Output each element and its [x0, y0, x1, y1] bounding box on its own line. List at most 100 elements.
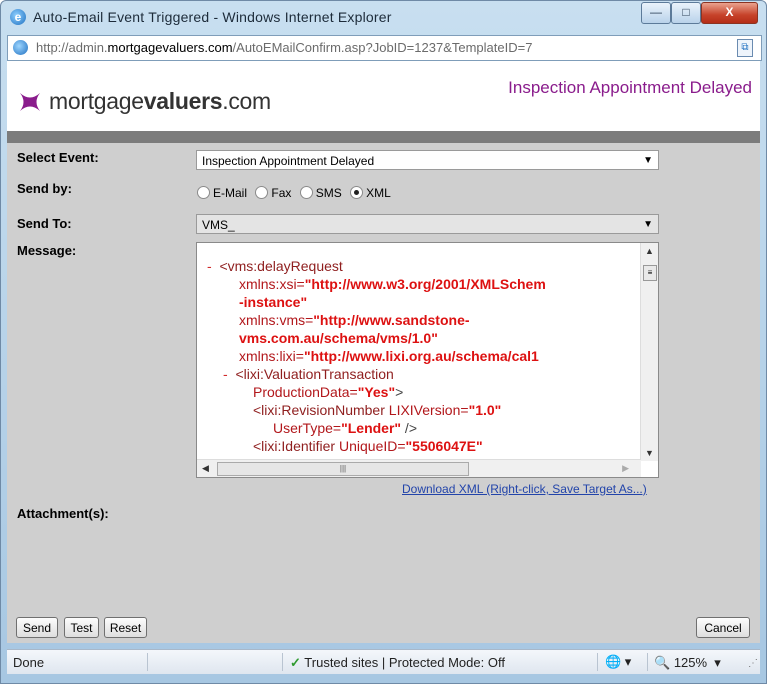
- select-event-value: Inspection Appointment Delayed: [202, 154, 375, 168]
- checkmark-icon: ✓: [290, 655, 301, 670]
- reset-button[interactable]: Reset: [104, 617, 147, 638]
- scroll-right-icon[interactable]: ▶: [622, 463, 629, 474]
- url-prefix: http://admin.: [36, 40, 108, 55]
- page-header: mortgagevaluers.com Inspection Appointme…: [7, 61, 760, 131]
- minimize-button[interactable]: —: [641, 2, 671, 24]
- collapse-toggle[interactable]: -: [207, 258, 212, 274]
- radio-sms-label: SMS: [315, 186, 342, 200]
- logo-text: mortgagevaluers.com: [49, 88, 271, 115]
- collapse-toggle[interactable]: -: [223, 366, 228, 382]
- xml-value: "http://www.lixi.org.au/schema/cal1: [303, 348, 539, 364]
- horizontal-scroll-thumb[interactable]: |||: [217, 462, 469, 476]
- status-separator: [597, 653, 598, 671]
- radio-fax[interactable]: Fax: [255, 186, 291, 200]
- radio-sms[interactable]: SMS: [299, 186, 342, 200]
- download-xml-link[interactable]: Download XML (Right-click, Save Target A…: [402, 482, 647, 496]
- scroll-up-icon[interactable]: ▲: [645, 246, 654, 256]
- radio-email[interactable]: E-Mail: [197, 186, 247, 200]
- status-separator: [147, 653, 148, 671]
- xml-attr: ProductionData=: [253, 384, 358, 400]
- scroll-down-icon[interactable]: ▼: [645, 448, 654, 458]
- radio-xml[interactable]: XML: [350, 186, 391, 200]
- ie-logo-icon: e: [10, 9, 26, 25]
- radio-fax-label: Fax: [271, 186, 292, 200]
- radio-dot-selected: [350, 186, 364, 199]
- xml-attr: xmlns:xsi=: [239, 276, 305, 292]
- xml-content: - <vms:delayRequest xmlns:xsi="http://ww…: [197, 257, 637, 455]
- radio-dot: [197, 186, 210, 199]
- xml-attr: UserType=: [273, 420, 342, 436]
- url-suffix: /AutoEMailConfirm.asp?JobID=1237&Templat…: [232, 40, 533, 55]
- page-title: Inspection Appointment Delayed: [508, 78, 752, 97]
- scroll-left-icon[interactable]: ◀: [202, 463, 209, 474]
- test-button[interactable]: Test: [64, 617, 99, 638]
- header-divider: [7, 131, 760, 143]
- cancel-button[interactable]: Cancel: [696, 617, 750, 638]
- logo-tail: .com: [222, 88, 271, 114]
- title-bar: e Auto-Email Event Triggered - Windows I…: [1, 1, 766, 33]
- xml-value: "http://www.sandstone-: [313, 312, 470, 328]
- security-zone[interactable]: ✓ Trusted sites | Protected Mode: Off: [290, 655, 505, 671]
- send-button[interactable]: Send: [16, 617, 58, 638]
- xml-line: - <lixi:ValuationTransaction: [197, 365, 637, 383]
- xml-line: xmlns:lixi="http://www.lixi.org.au/schem…: [197, 347, 637, 365]
- xml-attr: LIXIVersion=: [384, 402, 469, 418]
- address-bar[interactable]: http://admin.mortgagevaluers.com/AutoEMa…: [7, 35, 762, 61]
- maximize-button[interactable]: □: [671, 2, 701, 24]
- xml-value: -instance": [239, 294, 308, 310]
- address-url[interactable]: http://admin.mortgagevaluers.com/AutoEMa…: [36, 40, 532, 55]
- xml-tag: <lixi:RevisionNumber: [253, 402, 385, 418]
- xml-attr: xmlns:vms=: [239, 312, 314, 328]
- xml-value: "http://www.w3.org/2001/XMLSchem: [304, 276, 546, 292]
- zoom-level: 125%: [673, 655, 708, 670]
- send-by-radio-group: E-Mail Fax SMS XML: [197, 186, 396, 200]
- xml-line: <lixi:Identifier UniqueID="5506047E": [197, 437, 637, 455]
- xml-tag: <lixi:ValuationTransaction: [235, 366, 394, 382]
- compatibility-view-icon[interactable]: ⧉: [737, 39, 753, 57]
- radio-dot: [255, 186, 269, 199]
- xml-value: "1.0": [468, 402, 502, 418]
- message-label: Message:: [17, 243, 77, 258]
- vertical-scroll-thumb[interactable]: ≡: [643, 265, 657, 281]
- xml-line: ProductionData="Yes">: [197, 383, 637, 401]
- message-xml-viewer[interactable]: - <vms:delayRequest xmlns:xsi="http://ww…: [196, 242, 659, 478]
- xml-value: "5506047E": [405, 438, 483, 454]
- send-to-label: Send To:: [17, 216, 72, 231]
- xml-line: <lixi:RevisionNumber LIXIVersion="1.0": [197, 401, 637, 419]
- logo-plain: mortgage: [49, 88, 144, 114]
- logo-mark-icon: [20, 93, 40, 111]
- xml-value: "Yes": [357, 384, 396, 400]
- magnifier-icon: 🔍: [654, 655, 671, 670]
- radio-dot: [299, 186, 313, 199]
- status-separator: [282, 653, 283, 671]
- send-to-value: VMS_: [202, 218, 235, 232]
- horizontal-scrollbar[interactable]: ◀ ||| ▶: [197, 459, 641, 477]
- radio-email-label: E-Mail: [213, 186, 248, 200]
- browser-window: e Auto-Email Event Triggered - Windows I…: [0, 0, 767, 684]
- vertical-scrollbar[interactable]: ▲ ≡ ▼: [640, 243, 658, 461]
- chevron-down-icon: ▼: [643, 219, 653, 230]
- xml-line: xmlns:xsi="http://www.w3.org/2001/XMLSch…: [197, 275, 637, 293]
- xml-punct: >: [395, 384, 404, 400]
- xml-value: vms.com.au/schema/vms/1.0": [239, 330, 438, 346]
- zoom-control[interactable]: 🔍 125% ▾: [654, 655, 721, 671]
- page-content: mortgagevaluers.com Inspection Appointme…: [7, 61, 760, 643]
- status-text: Done: [13, 655, 45, 670]
- send-by-label: Send by:: [17, 181, 72, 196]
- xml-tag: <lixi:Identifier: [253, 438, 336, 454]
- xml-line: -instance": [197, 293, 637, 311]
- resize-grip-icon[interactable]: ⋰: [748, 658, 758, 669]
- attachments-label: Attachment(s):: [17, 506, 109, 521]
- send-to-dropdown[interactable]: VMS_ ▼: [196, 214, 659, 234]
- url-domain: mortgagevaluers.com: [107, 40, 233, 55]
- window-title: Auto-Email Event Triggered - Windows Int…: [33, 9, 392, 25]
- xml-line: xmlns:vms="http://www.sandstone-: [197, 311, 637, 329]
- select-event-label: Select Event:: [17, 150, 99, 165]
- close-button[interactable]: X: [701, 2, 758, 24]
- status-separator: [647, 653, 648, 671]
- select-event-dropdown[interactable]: Inspection Appointment Delayed ▼: [196, 150, 659, 170]
- chevron-down-icon: ▼: [643, 155, 653, 166]
- globe-icon[interactable]: 🌐 ▾: [605, 654, 631, 670]
- ie-page-icon: [13, 40, 28, 55]
- status-bar: Done ✓ Trusted sites | Protected Mode: O…: [7, 649, 760, 674]
